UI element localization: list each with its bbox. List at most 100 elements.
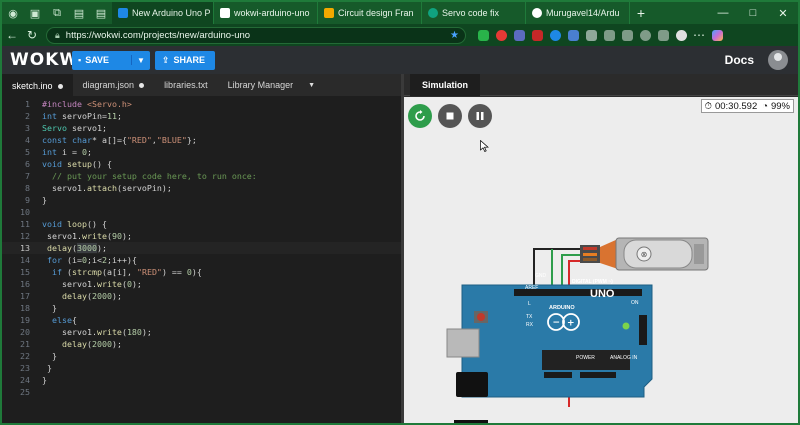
url-field[interactable]: 🔒︎ https://wokwi.com/projects/new/arduin… [46, 26, 466, 44]
line-number: 23 [20, 363, 30, 373]
extension-icon[interactable] [546, 26, 564, 44]
code-text: } [42, 375, 47, 385]
aref-label: AREF [525, 285, 539, 291]
url-text: https://wokwi.com/projects/new/arduino-u… [65, 29, 251, 41]
minimize-icon[interactable]: — [708, 7, 738, 20]
new-tab-icon[interactable]: + [630, 5, 652, 21]
svg-text:⊗: ⊗ [641, 250, 648, 259]
line-number: 1 [25, 99, 30, 109]
share-button[interactable]: ⇪ SHARE [155, 50, 215, 70]
extensions-puzzle-icon[interactable] [582, 26, 600, 44]
browser-tab[interactable]: Circuit design Fran [318, 2, 422, 24]
code-text: } [42, 363, 52, 373]
mouse-cursor-icon [480, 140, 489, 152]
tab-label: sketch.ino [12, 81, 53, 91]
favorites-icon[interactable] [600, 26, 618, 44]
browser-tab[interactable]: Servo code fix [422, 2, 526, 24]
code-line: 1 #include <Servo.h> [2, 98, 401, 110]
code-text: servo1.attach(servoPin); [42, 183, 172, 193]
line-number: 5 [25, 147, 30, 157]
code-text: // put your setup code here, to run once… [52, 171, 257, 181]
refresh-icon[interactable]: ↻ [22, 28, 42, 42]
code-text: servo1.write(180); [42, 327, 152, 337]
editor-tabs: sketch.ino diagram.json libraries.txt Li… [2, 74, 401, 96]
restart-icon [415, 110, 425, 121]
profile-avatar-icon[interactable] [672, 26, 690, 44]
docs-link[interactable]: Docs [725, 53, 754, 67]
maximize-icon[interactable]: □ [738, 7, 768, 20]
code-area[interactable]: 1 #include <Servo.h> 2 int servoPin=11; 3 S… [2, 98, 401, 398]
circuit-diagram: ⊗ − + [446, 237, 709, 423]
back-icon[interactable]: ← [2, 28, 22, 42]
restart-button[interactable] [408, 104, 432, 128]
favorite-star-icon[interactable]: ★ [450, 30, 459, 41]
speedometer-icon: ◔ [762, 100, 768, 112]
line-number: 18 [20, 303, 30, 313]
code-line: 19 else{ [2, 314, 401, 326]
line-number: 15 [20, 267, 30, 277]
code-text: delay(2000); [61, 339, 122, 349]
save-button[interactable]: ▪ SAVE ▼ [72, 50, 150, 70]
extension-icon[interactable] [474, 26, 492, 44]
on-led-label: ON [631, 300, 639, 306]
profile-icon[interactable]: ◉ [2, 2, 24, 24]
close-window-icon[interactable]: ✕ [768, 7, 798, 20]
pinned-tab-icon[interactable]: ▤ [90, 2, 112, 24]
code-text: servo1.write(90); [42, 231, 132, 241]
code-text: for (i=0;i<2;i++){ [47, 255, 137, 265]
history-icon[interactable] [636, 26, 654, 44]
code-line: 15 if (strcmp(a[i], "RED") == 0){ [2, 266, 401, 278]
address-bar-row: ← ↻ 🔒︎ https://wokwi.com/projects/new/ar… [2, 24, 798, 46]
save-dropdown-icon[interactable]: ▼ [132, 56, 150, 65]
wokwi-logo[interactable]: WOKWI [10, 50, 85, 70]
code-line: 20 servo1.write(180); [2, 326, 401, 338]
code-line: 23 } [2, 362, 401, 374]
line-number: 6 [25, 159, 30, 169]
code-line: 7 // put your setup code here, to run on… [2, 170, 401, 182]
pinned-tab-icon[interactable]: ▤ [68, 2, 90, 24]
code-line: 24} [2, 374, 401, 386]
code-text: int servoPin=11; [42, 111, 122, 121]
rx-led-label: RX [526, 322, 533, 328]
code-line: 9} [2, 194, 401, 206]
browser-tab-active[interactable]: New Arduino Uno P ✕ [112, 2, 214, 24]
account-avatar[interactable] [768, 50, 788, 70]
pause-button[interactable] [468, 104, 492, 128]
more-tabs-dropdown-icon[interactable]: ▼ [308, 82, 315, 89]
tab-diagram-json[interactable]: diagram.json [73, 74, 155, 96]
elapsed-time: 00:30.592 [714, 100, 758, 112]
code-text: int i = 0; [42, 147, 92, 157]
code-text: const char* a[]={"RED","BLUE"}; [42, 135, 197, 145]
servo-signal-wire [561, 254, 582, 293]
code-line: 10 [2, 206, 401, 218]
extension-icon[interactable] [492, 26, 510, 44]
digital-pins-label: DIGITAL (PWM ~) [572, 279, 613, 285]
extension-icon[interactable] [564, 26, 582, 44]
extension-icon[interactable] [528, 26, 546, 44]
code-line: 18 } [2, 302, 401, 314]
tab-sketch-ino[interactable]: sketch.ino [2, 74, 73, 96]
stop-button[interactable] [438, 104, 462, 128]
menu-icon[interactable]: ⋯ [690, 26, 708, 44]
extension-icon[interactable] [510, 26, 528, 44]
simulation-canvas[interactable]: ⏱ 00:30.592 ◔ 99% ⊗ − + UNO ARDUINO DIGI… [404, 97, 798, 423]
collections-icon[interactable] [618, 26, 636, 44]
code-line: 2 int servoPin=11; [2, 110, 401, 122]
tab-library-manager[interactable]: Library Manager ▼ [218, 74, 325, 96]
tab-simulation[interactable]: Simulation [410, 74, 481, 96]
pause-icon [476, 112, 484, 120]
copilot-icon[interactable] [708, 26, 726, 44]
downloads-icon[interactable] [654, 26, 672, 44]
line-number: 10 [20, 207, 30, 217]
power-header-label: POWER [576, 355, 595, 361]
line-number: 2 [25, 111, 30, 121]
tab-libraries-txt[interactable]: libraries.txt [154, 74, 218, 96]
code-text: } [42, 303, 57, 313]
line-number: 19 [20, 315, 30, 325]
svg-text:+: + [567, 319, 575, 329]
tab-actions-icon[interactable]: ▣ [24, 2, 46, 24]
workspaces-icon[interactable]: ⧉ [46, 2, 68, 24]
browser-tab[interactable]: wokwi-arduino-uno [214, 2, 318, 24]
tab-title: Servo code fix [442, 8, 500, 18]
browser-tab[interactable]: Murugavel14/Ardu [526, 2, 630, 24]
